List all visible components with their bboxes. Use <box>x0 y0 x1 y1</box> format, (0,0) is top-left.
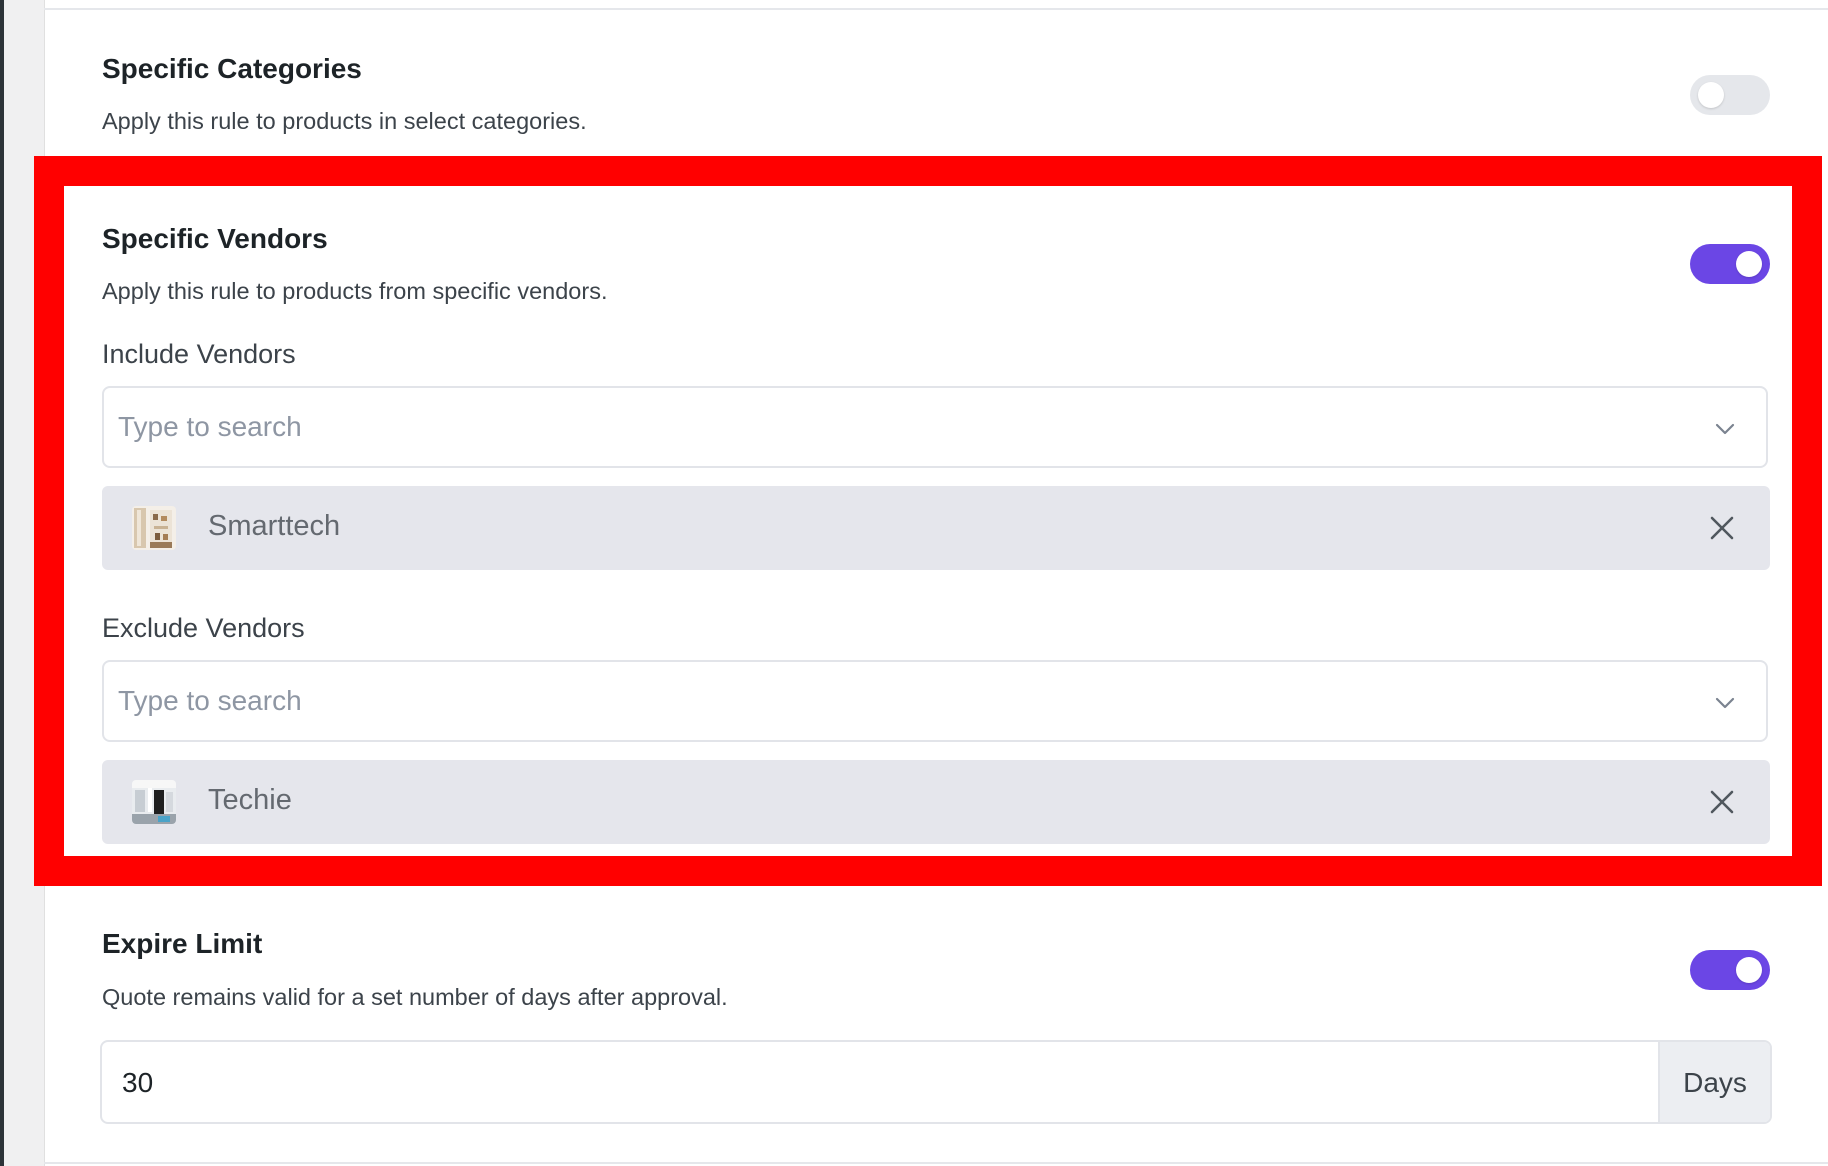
include-vendors-placeholder: Type to search <box>118 411 302 442</box>
divider <box>44 8 1828 10</box>
categories-description: Apply this rule to products in select ca… <box>102 108 587 134</box>
chevron-down-icon[interactable] <box>1714 418 1736 440</box>
include-vendor-name: Smarttech <box>208 510 341 542</box>
include-vendors-label: Include Vendors <box>102 339 296 369</box>
include-vendors-select[interactable]: Type to search <box>102 386 1768 468</box>
toggle-knob <box>1736 957 1762 983</box>
divider <box>44 1162 1828 1164</box>
expire-days-input[interactable]: 30 <box>122 1067 153 1099</box>
exclude-vendors-select[interactable]: Type to search <box>102 660 1768 742</box>
exclude-vendors-placeholder: Type to search <box>118 685 302 716</box>
days-addon: Days <box>1658 1042 1770 1122</box>
toggle-knob <box>1736 251 1762 277</box>
vendors-title: Specific Vendors <box>102 223 328 254</box>
expire-description: Quote remains valid for a set number of … <box>102 984 728 1010</box>
vendors-description: Apply this rule to products from specifi… <box>102 278 608 304</box>
close-icon[interactable] <box>1708 788 1736 816</box>
expire-toggle[interactable] <box>1690 950 1770 990</box>
expire-days-input-group: 30 Days <box>100 1040 1772 1124</box>
vendors-toggle[interactable] <box>1690 244 1770 284</box>
include-vendor-chip: Smarttech <box>102 486 1770 570</box>
categories-title: Specific Categories <box>102 53 362 84</box>
categories-toggle[interactable] <box>1690 75 1770 115</box>
window-edge <box>0 0 4 1166</box>
toggle-knob <box>1698 82 1724 108</box>
vendor-thumbnail <box>132 780 176 824</box>
vendor-thumbnail <box>132 506 176 550</box>
close-icon[interactable] <box>1708 514 1736 542</box>
exclude-vendor-chip: Techie <box>102 760 1770 844</box>
exclude-vendor-name: Techie <box>208 784 292 816</box>
expire-title: Expire Limit <box>102 928 263 959</box>
chevron-down-icon[interactable] <box>1714 692 1736 714</box>
days-unit-label: Days <box>1683 1067 1747 1098</box>
exclude-vendors-label: Exclude Vendors <box>102 613 305 643</box>
